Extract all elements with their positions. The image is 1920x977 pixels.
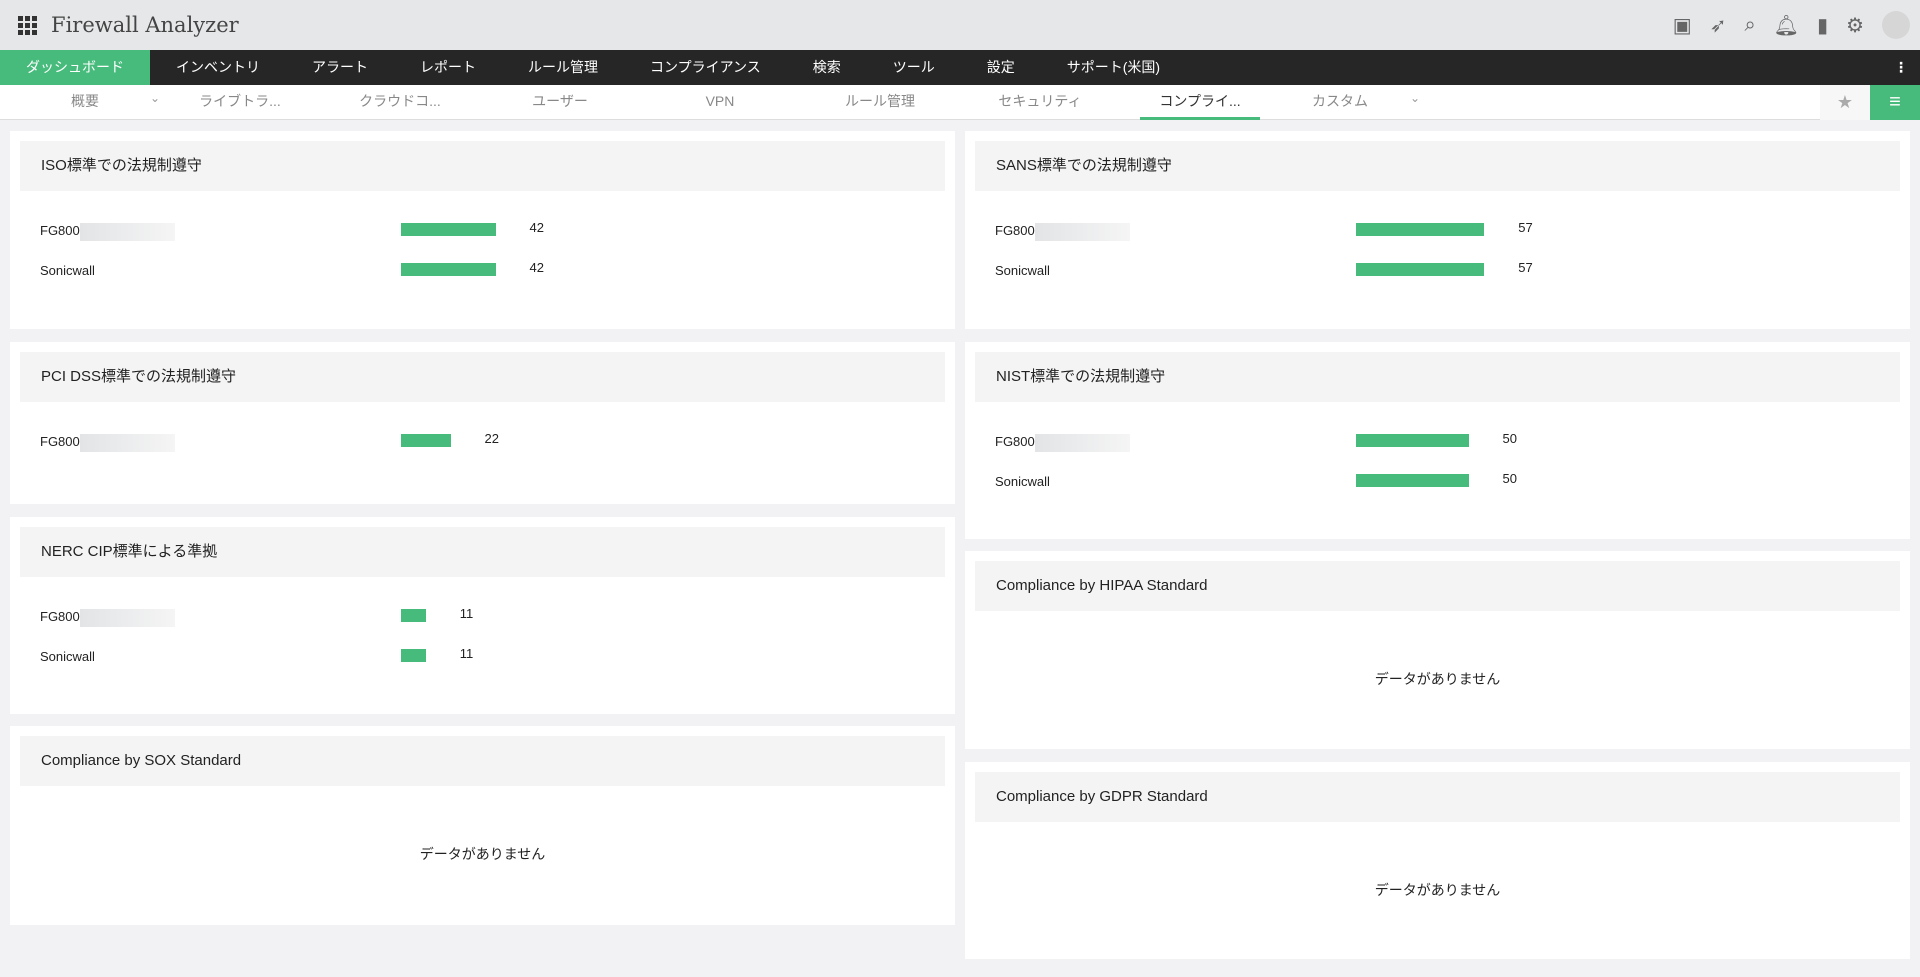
redacted-name: [1034, 222, 1130, 241]
compliance-row: Sonicwall 11: [40, 646, 940, 667]
search-icon[interactable]: ⌕: [1744, 14, 1755, 37]
device-icon[interactable]: ▮: [1817, 13, 1828, 38]
rocket-icon[interactable]: ➶: [1710, 13, 1727, 38]
no-data-message: データがありません: [1374, 671, 1501, 687]
subnav-tab[interactable]: カスタム: [1260, 85, 1420, 120]
compliance-value: 11: [459, 646, 474, 661]
hipaa-compliance-widget: Compliance by HIPAA Standard データがありません: [965, 551, 1910, 749]
sub-nav: ★ ≡ 概要 ⌄ ライブトラ... クラウドコ... ユーザー VPN ルール管理 セキュリテ…: [0, 85, 1920, 120]
subnav-tab[interactable]: コンプライ...: [1140, 85, 1260, 120]
widget-title: ISO標準での法規制遵守: [20, 141, 945, 191]
compliance-value: 50: [1502, 431, 1517, 446]
nav-item[interactable]: レポート: [394, 50, 502, 85]
compliance-value: 22: [484, 431, 499, 446]
compliance-bar[interactable]: [401, 609, 426, 622]
compliance-bar[interactable]: [1356, 434, 1469, 447]
nav-item[interactable]: サポート(米国): [1041, 50, 1186, 85]
device-name: FG800: [995, 434, 1035, 449]
app-title: Firewall Analyzer: [51, 13, 239, 37]
widget-title: NIST標準での法規制遵守: [975, 352, 1900, 402]
device-name: Sonicwall: [995, 474, 1050, 489]
compliance-row: FG800 42: [40, 220, 940, 241]
compliance-bar[interactable]: [401, 434, 451, 447]
device-name: Sonicwall: [40, 263, 95, 278]
favorite-star-icon[interactable]: ★: [1820, 85, 1870, 120]
no-data-message: データがありません: [1374, 882, 1501, 898]
compliance-bar[interactable]: [401, 649, 426, 662]
iso-compliance-widget: ISO標準での法規制遵守 FG800 42 Sonicwall 42: [10, 131, 955, 329]
app-grid-icon[interactable]: [18, 15, 37, 35]
compliance-bar[interactable]: [1356, 474, 1469, 487]
pci-compliance-widget: PCI DSS標準での法規制遵守 FG800 22: [10, 342, 955, 504]
subnav-tab[interactable]: VPN: [640, 85, 800, 120]
widget-title: PCI DSS標準での法規制遵守: [20, 352, 945, 402]
avatar[interactable]: [1882, 11, 1910, 39]
compliance-value: 11: [459, 606, 474, 621]
widget-title: Compliance by HIPAA Standard: [975, 561, 1900, 611]
redacted-name: [79, 222, 175, 241]
nav-item[interactable]: コンプライアンス: [624, 50, 787, 85]
widget-title: Compliance by SOX Standard: [20, 736, 945, 786]
device-name: FG800: [40, 223, 80, 238]
device-name: FG800: [40, 609, 80, 624]
presentation-icon[interactable]: ▣: [1673, 13, 1692, 38]
chevron-down-icon[interactable]: ⌄: [150, 91, 160, 105]
nav-item[interactable]: インベントリ: [150, 50, 286, 85]
sox-compliance-widget: Compliance by SOX Standard データがありません: [10, 726, 955, 925]
gdpr-compliance-widget: Compliance by GDPR Standard データがありません: [965, 762, 1910, 959]
widget-title: NERC CIP標準による準拠: [20, 527, 945, 577]
chevron-down-icon[interactable]: ⌄: [1410, 91, 1420, 105]
nav-item[interactable]: アラート: [286, 50, 394, 85]
compliance-bar[interactable]: [401, 263, 496, 276]
subnav-tab[interactable]: クラウドコ...: [320, 85, 480, 120]
widget-title: SANS標準での法規制遵守: [975, 141, 1900, 191]
app-header: Firewall Analyzer ▣ ➶ ⌕ 🔔︎ ▮ ⚙: [0, 0, 1920, 50]
bell-icon[interactable]: 🔔︎: [1774, 13, 1799, 38]
nav-item[interactable]: ツール: [867, 50, 961, 85]
compliance-value: 57: [1518, 260, 1533, 275]
compliance-value: 57: [1518, 220, 1533, 235]
subnav-tab[interactable]: ライブトラ...: [160, 85, 320, 120]
subnav-tab[interactable]: ルール管理: [800, 85, 960, 120]
device-name: Sonicwall: [995, 263, 1050, 278]
gear-icon[interactable]: ⚙: [1846, 13, 1864, 38]
compliance-value: 42: [529, 260, 544, 275]
compliance-row: FG800 57: [995, 220, 1895, 241]
nav-item[interactable]: 設定: [961, 50, 1041, 85]
nav-item[interactable]: ルール管理: [502, 50, 624, 85]
sans-compliance-widget: SANS標準での法規制遵守 FG800 57 Sonicwall 57: [965, 131, 1910, 329]
redacted-name: [79, 608, 175, 627]
main-nav: ダッシュボード インベントリ アラート レポート ルール管理 コンプライアンス 検索 ツール設…: [0, 50, 1920, 85]
compliance-value: 42: [529, 220, 544, 235]
subnav-tab[interactable]: ユーザー: [480, 85, 640, 120]
compliance-bar[interactable]: [1356, 263, 1485, 276]
compliance-bar[interactable]: [1356, 223, 1485, 236]
subnav-tab[interactable]: セキュリティ: [960, 85, 1120, 120]
compliance-row: Sonicwall 42: [40, 260, 940, 281]
nist-compliance-widget: NIST標準での法規制遵守 FG800 50 Sonicwall 50: [965, 342, 1910, 539]
compliance-bar[interactable]: [401, 223, 496, 236]
device-name: FG800: [40, 434, 80, 449]
device-name: FG800: [995, 223, 1035, 238]
redacted-name: [79, 433, 175, 452]
add-widget-button[interactable]: ≡: [1870, 85, 1920, 120]
compliance-row: FG800 11: [40, 606, 940, 627]
compliance-row: FG800 50: [995, 431, 1895, 452]
nerc-compliance-widget: NERC CIP標準による準拠 FG800 11 Sonicwall 11: [10, 517, 955, 714]
no-data-message: データがありません: [419, 846, 546, 862]
compliance-value: 50: [1502, 471, 1517, 486]
redacted-name: [1034, 433, 1130, 452]
compliance-row: Sonicwall 57: [995, 260, 1895, 281]
nav-item[interactable]: ダッシュボード: [0, 50, 150, 85]
compliance-row: FG800 22: [40, 431, 940, 452]
device-name: Sonicwall: [40, 649, 95, 664]
widget-title: Compliance by GDPR Standard: [975, 772, 1900, 822]
more-menu-icon[interactable]: ⋮: [1882, 50, 1920, 85]
subnav-tab[interactable]: 概要: [10, 85, 160, 120]
compliance-row: Sonicwall 50: [995, 471, 1895, 492]
nav-item[interactable]: 検索: [787, 50, 867, 85]
